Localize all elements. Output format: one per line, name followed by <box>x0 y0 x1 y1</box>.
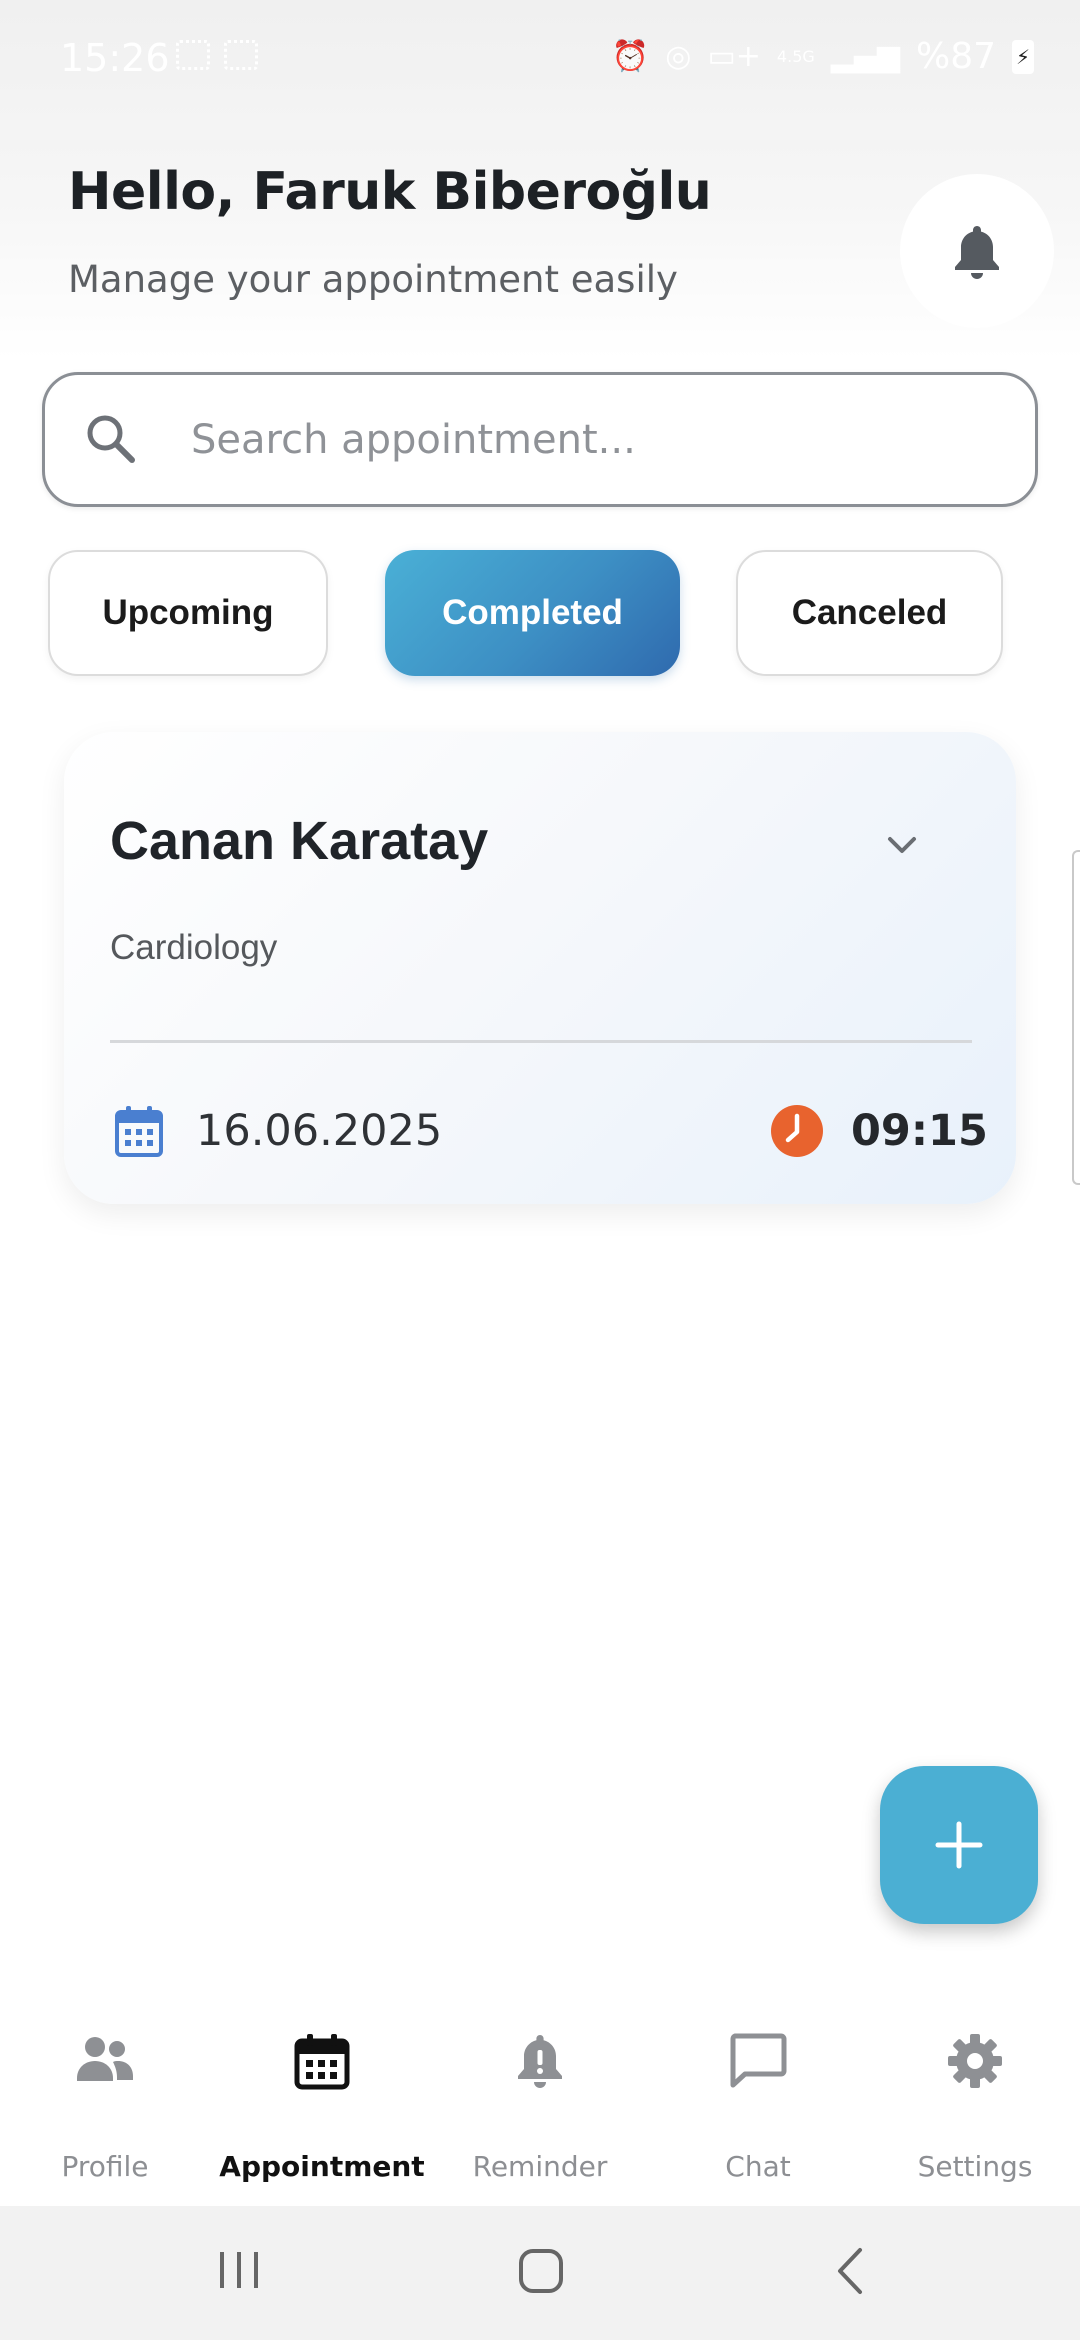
greeting-subtitle: Manage your appointment easily <box>68 258 678 301</box>
nav-label-appointment: Appointment <box>219 2150 425 2183</box>
search-input[interactable] <box>191 395 991 485</box>
status-right-group: ⏰ ◎ ▭+ 4.5G ▂▄▆ %87 ⚡ <box>612 36 1034 77</box>
clock-icon <box>771 1105 823 1157</box>
tab-canceled[interactable]: Canceled <box>736 550 1003 676</box>
status-time: 15:26 <box>60 36 170 80</box>
nav-label-profile: Profile <box>61 2150 149 2183</box>
back-icon[interactable] <box>830 2246 870 2296</box>
screenshot-icon <box>224 40 258 70</box>
volte-icon: ▭+ <box>707 39 761 74</box>
gear-icon <box>948 2034 1002 2088</box>
card-divider <box>110 1040 972 1043</box>
status-bar: 15:26 ⏰ ◎ ▭+ 4.5G ▂▄▆ %87 ⚡ <box>0 0 1080 118</box>
appointment-time: 09:15 <box>851 1106 988 1156</box>
chevron-down-icon[interactable] <box>882 832 922 858</box>
tab-completed[interactable]: Completed <box>385 550 680 676</box>
recent-apps-icon[interactable] <box>214 2246 264 2294</box>
greeting-title: Hello, Faruk Biberoğlu <box>68 162 712 222</box>
notifications-button[interactable] <box>900 174 1054 328</box>
notification-icon <box>176 40 210 70</box>
calendar-icon <box>115 1106 163 1157</box>
network-type: 4.5G <box>776 47 815 66</box>
nav-item-profile[interactable]: Profile <box>0 2028 213 2183</box>
appointment-card[interactable]: Canan Karatay Cardiology 16.06.2025 09:1… <box>64 732 1016 1204</box>
scroll-indicator[interactable] <box>1072 850 1080 1185</box>
status-notification-icons <box>176 40 258 70</box>
doctor-department: Cardiology <box>110 928 278 967</box>
calendar-icon <box>294 2034 350 2090</box>
alert-bell-icon <box>518 2035 562 2088</box>
battery-percent: %87 <box>915 36 996 77</box>
nav-item-settings[interactable]: Settings <box>867 2028 1080 2183</box>
nav-label-reminder: Reminder <box>472 2150 608 2183</box>
chat-bubble-icon <box>730 2033 787 2088</box>
battery-charging-icon: ⚡ <box>1012 39 1034 74</box>
signal-icon: ▂▄▆ <box>830 39 900 74</box>
search-icon <box>87 415 135 463</box>
nav-item-chat[interactable]: Chat <box>650 2028 866 2183</box>
alarm-icon: ⏰ <box>611 39 650 74</box>
nav-item-reminder[interactable]: Reminder <box>432 2028 648 2183</box>
people-icon <box>77 2037 133 2081</box>
appointment-date: 16.06.2025 <box>196 1106 443 1156</box>
add-appointment-button[interactable] <box>880 1766 1038 1924</box>
hotspot-icon: ◎ <box>665 39 692 74</box>
nav-label-settings: Settings <box>917 2150 1033 2183</box>
bell-icon <box>955 226 999 279</box>
doctor-name: Canan Karatay <box>110 811 489 871</box>
tab-upcoming[interactable]: Upcoming <box>48 550 328 676</box>
nav-item-appointment[interactable]: Appointment <box>214 2028 430 2183</box>
system-navigation-bar <box>0 2206 1080 2340</box>
home-icon[interactable] <box>516 2246 566 2296</box>
plus-icon <box>935 1821 983 1869</box>
bottom-navigation: Profile Appointment Reminder Chat Settin… <box>0 2000 1080 2206</box>
search-bar[interactable] <box>42 372 1038 507</box>
nav-label-chat: Chat <box>725 2150 791 2183</box>
